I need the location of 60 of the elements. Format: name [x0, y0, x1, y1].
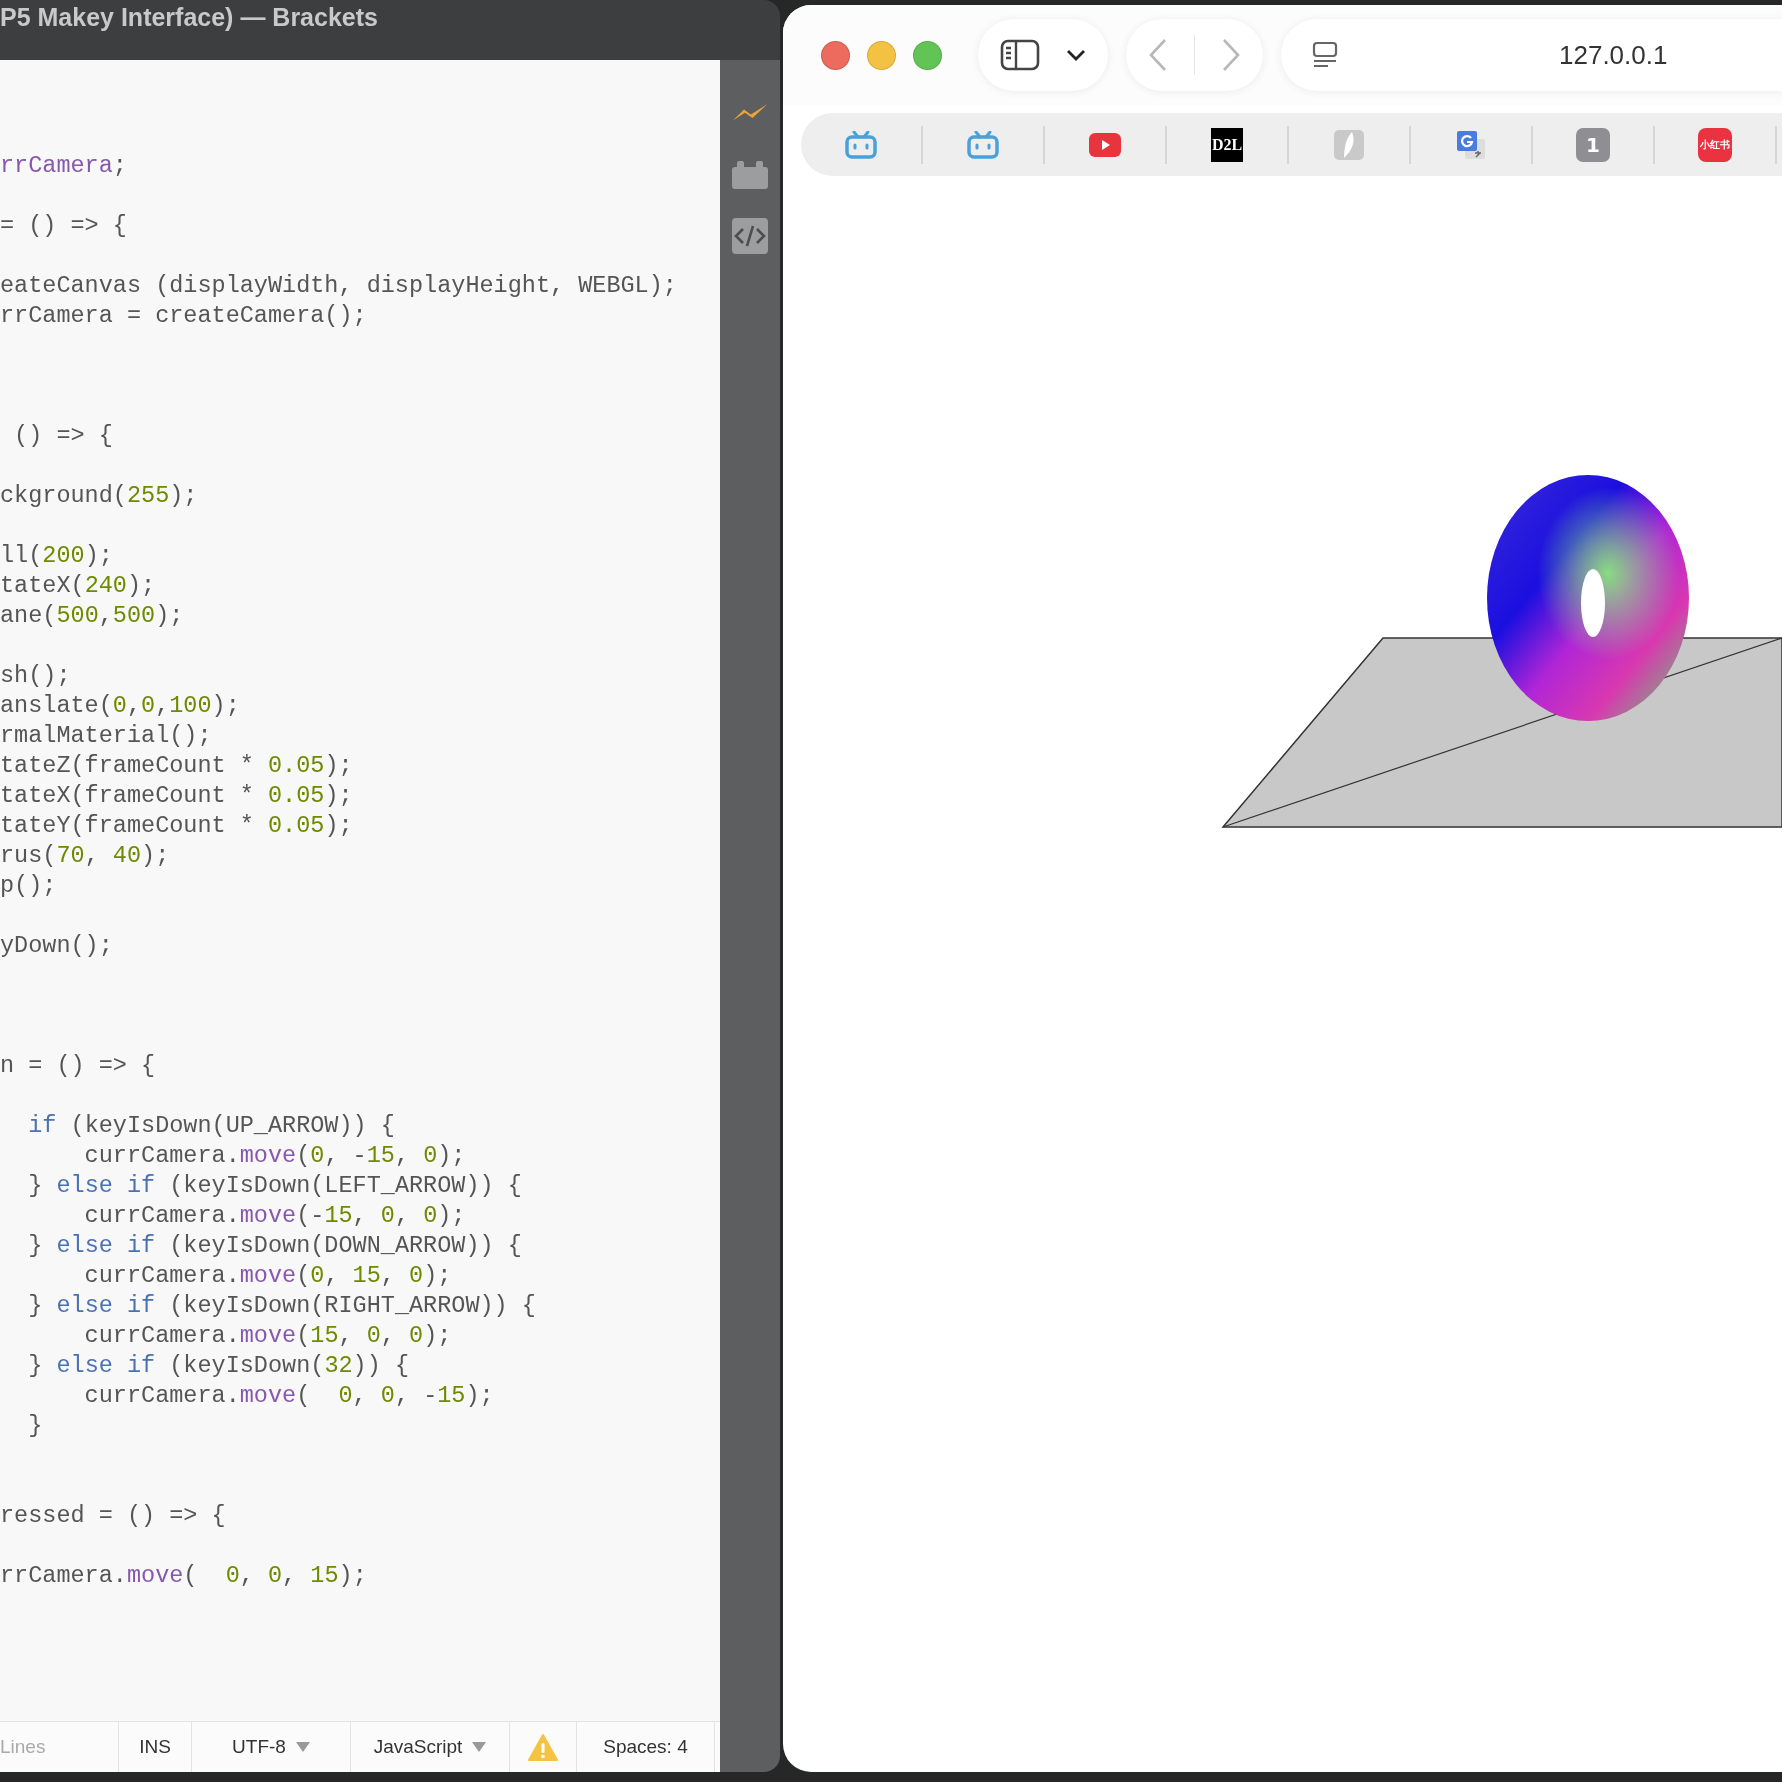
code-icon[interactable]: [732, 218, 768, 254]
minimize-button[interactable]: [867, 40, 896, 70]
code-line: yDown();: [0, 931, 114, 961]
code-line: eateCanvas (displayWidth, displayHeight, WEBGL);: [0, 271, 678, 301]
zoom-button[interactable]: [913, 40, 942, 70]
caret-icon: [472, 1742, 487, 1752]
code-line: tateX(frameCount * 0.05);: [0, 781, 354, 811]
code-line: anslate(0,0,100);: [0, 691, 241, 721]
code-line: currCamera.move(0, -15, 0);: [83, 1141, 467, 1171]
url-text: 127.0.0.1: [1559, 39, 1668, 71]
page-icon: [1311, 41, 1339, 69]
code-line: }: [27, 1411, 44, 1441]
code-line: tateX(240);: [0, 571, 157, 601]
code-line: currCamera.move(-15, 0, 0);: [83, 1201, 467, 1231]
chevron-down-icon: [1066, 49, 1086, 61]
sidebar-icon: [1000, 39, 1040, 71]
tv-icon: [967, 130, 999, 159]
close-button[interactable]: [821, 40, 850, 70]
code-line: rrCamera = createCamera();: [0, 301, 368, 331]
brick-icon[interactable]: [732, 159, 768, 189]
code-line: currCamera.move( 0, 0, -15);: [83, 1381, 495, 1411]
code-line: currCamera.move(0, 15, 0);: [83, 1261, 453, 1291]
leaf-icon: [1332, 127, 1366, 162]
number-badge: 1: [1576, 127, 1610, 162]
code-line: rus(70, 40);: [0, 841, 171, 871]
code-line: = () => {: [0, 211, 128, 241]
code-line: rmalMaterial();: [0, 721, 213, 751]
code-line: ane(500,500);: [0, 601, 185, 631]
code-line: rrCamera;: [0, 151, 128, 181]
code-line: tateZ(frameCount * 0.05);: [0, 751, 354, 781]
code-line: ll(200);: [0, 541, 114, 571]
tv-icon: [845, 130, 877, 159]
code-line: } else if (keyIsDown(RIGHT_ARROW)) {: [27, 1291, 537, 1321]
language-dropdown[interactable]: JavaScript: [373, 1736, 463, 1758]
caret-icon: [295, 1742, 310, 1752]
code-line: } else if (keyIsDown(32)) {: [27, 1351, 410, 1381]
code-line: } else if (keyIsDown(LEFT_ARROW)) {: [27, 1171, 523, 1201]
code-line: ressed = () => {: [0, 1501, 227, 1531]
encoding-dropdown[interactable]: UTF-8: [232, 1736, 286, 1758]
code-line: p();: [0, 871, 58, 901]
warning-icon[interactable]: [528, 1733, 558, 1761]
code-line: rrCamera.move( 0, 0, 15);: [0, 1561, 368, 1591]
logo-label: 小红书: [1698, 127, 1732, 162]
code-line: n = () => {: [0, 1051, 157, 1081]
code-line: () => {: [13, 421, 114, 451]
play-icon: [1089, 132, 1121, 157]
line-count-label: Lines: [0, 1736, 46, 1758]
code-line: } else if (keyIsDown(DOWN_ARROW)) {: [27, 1231, 523, 1261]
code-editor[interactable]: [0, 60, 720, 1721]
code-line: currCamera.move(15, 0, 0);: [83, 1321, 453, 1351]
code-line: ckground(255);: [0, 481, 199, 511]
code-line: sh();: [0, 661, 72, 691]
translate-icon: [1455, 128, 1487, 161]
logo-label: D2L: [1211, 127, 1243, 162]
address-field[interactable]: 127.0.0.1: [1281, 19, 1782, 91]
insert-mode-label[interactable]: INS: [139, 1736, 171, 1758]
window-title: P5 Makey Interface) — Brackets: [0, 2, 378, 33]
indent-setting[interactable]: Spaces: 4: [603, 1736, 688, 1758]
code-line: if (keyIsDown(UP_ARROW)) {: [27, 1111, 396, 1141]
code-line: tateY(frameCount * 0.05);: [0, 811, 354, 841]
